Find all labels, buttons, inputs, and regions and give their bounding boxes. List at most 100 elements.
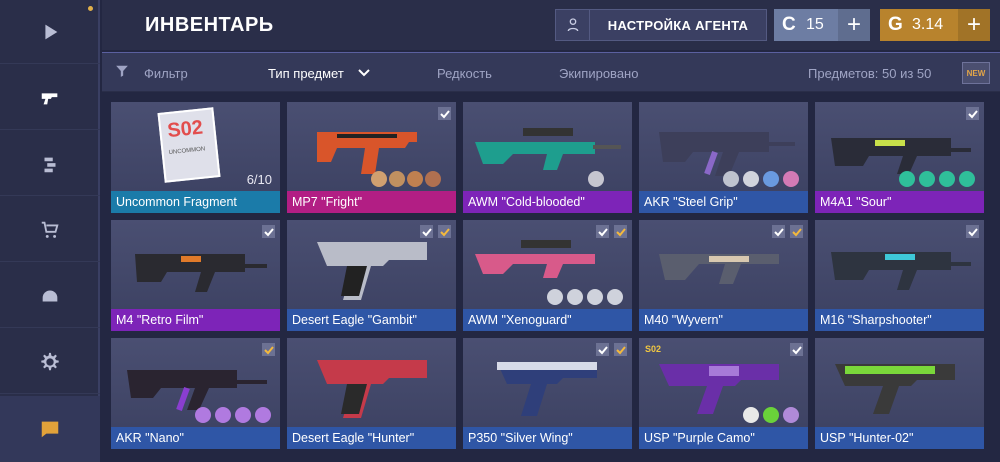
sticker-icon [763,407,779,423]
inventory-item-card[interactable]: Desert Eagle "Hunter" [287,338,456,449]
inventory-item-card[interactable]: M4 "Retro Film" [111,220,280,331]
sticker-icon [389,171,405,187]
equipped-checkbox[interactable] [596,225,609,238]
inventory-item-card[interactable]: AKR "Nano" [111,338,280,449]
fragment-rarity: UNCOMMON [168,146,206,157]
sticker-icon [255,407,271,423]
type-filter-dropdown[interactable]: Тип предмет [268,66,344,81]
item-name: USP "Purple Camo" [639,427,808,449]
inventory-item-card[interactable]: S02 USP "Purple Camo" [639,338,808,449]
chevron-down-icon[interactable] [358,69,370,77]
item-name: Desert Eagle "Hunter" [287,427,456,449]
equipped-checkbox[interactable] [614,225,627,238]
item-name: AKR "Steel Grip" [639,191,808,213]
sticker-icon [899,171,915,187]
equipped-filter[interactable]: Экипировано [559,66,638,81]
sidebar [0,0,100,462]
inventory-item-card[interactable]: AWM "Cold-blooded" [463,102,632,213]
item-name: P350 "Silver Wing" [463,427,632,449]
agent-settings-button[interactable]: НАСТРОЙКА АГЕНТА [555,9,767,41]
equipped-checkbox[interactable] [596,343,609,356]
pistol-icon [317,242,427,300]
sticker-icon [407,171,423,187]
nav-play[interactable] [0,0,100,64]
nav-clan[interactable] [0,264,100,328]
agent-settings-label: НАСТРОЙКА АГЕНТА [607,17,749,33]
inventory-item-card[interactable]: USP "Hunter-02" [815,338,984,449]
filter-label[interactable]: Фильтр [144,66,188,81]
sticker-icon [783,171,799,187]
inventory-item-card[interactable]: Desert Eagle "Gambit" [287,220,456,331]
inventory-item-card[interactable]: AWM "Xenoguard" [463,220,632,331]
equipped-checkbox[interactable] [966,225,979,238]
inventory-item-card[interactable]: S02 UNCOMMON 6/10 Uncommon Fragment [111,102,280,213]
equipped-checkbox[interactable] [262,225,275,238]
inventory-item-card[interactable]: M4A1 "Sour" [815,102,984,213]
inventory-item-card[interactable]: MP7 "Fright" [287,102,456,213]
equipped-checkbox[interactable] [790,225,803,238]
item-name: AWM "Cold-blooded" [463,191,632,213]
silver-currency: C 15 + [774,9,870,41]
equipped-checkbox[interactable] [262,343,275,356]
item-name: M40 "Wyvern" [639,309,808,331]
sticker-icon [919,171,935,187]
equipped-checkbox[interactable] [790,343,803,356]
sticker-icon [959,171,975,187]
item-name: M16 "Sharpshooter" [815,309,984,331]
sticker-icon [567,289,583,305]
sticker-icon [743,407,759,423]
nav-settings[interactable] [0,330,100,394]
gear-icon [41,352,59,370]
gold-balance: 3.14 [912,16,944,33]
nav-cases[interactable] [0,132,100,196]
sticker-icon [371,171,387,187]
sticker-icon [587,289,603,305]
item-name: M4 "Retro Film" [111,309,280,331]
sticker-icon [425,171,441,187]
add-silver-button[interactable]: + [838,9,870,41]
chat-icon [41,421,59,437]
pistol-icon [497,362,597,416]
filter-icon[interactable] [115,64,129,78]
inventory-item-card[interactable]: AKR "Steel Grip" [639,102,808,213]
gold-currency: G 3.14 + [880,9,990,41]
inventory-item-card[interactable]: M16 "Sharpshooter" [815,220,984,331]
inventory-item-card[interactable]: P350 "Silver Wing" [463,338,632,449]
equipped-checkbox[interactable] [420,225,433,238]
pistol-icon [835,364,955,414]
new-badge[interactable]: NEW [962,62,990,84]
equipped-checkbox[interactable] [772,225,785,238]
nav-chat[interactable] [0,396,100,462]
equipped-checkbox[interactable] [966,107,979,120]
pistol-icon [317,360,427,418]
equipped-checkbox[interactable] [614,343,627,356]
sticker-icon [743,171,759,187]
item-name: M4A1 "Sour" [815,191,984,213]
item-name: AKR "Nano" [111,427,280,449]
helmet-icon [42,290,58,301]
item-name: MP7 "Fright" [287,191,456,213]
item-name: USP "Hunter-02" [815,427,984,449]
silver-currency-icon: C [782,14,796,35]
rarity-filter[interactable]: Редкость [437,66,492,81]
silver-balance: 15 [806,16,824,33]
nav-shop[interactable] [0,198,100,262]
sniper-rifle-icon [659,254,779,284]
sticker-icon [763,171,779,187]
sticker-icon [588,171,604,187]
inventory-item-card[interactable]: M40 "Wyvern" [639,220,808,331]
add-gold-button[interactable]: + [958,9,990,41]
fragment-card-icon: S02 UNCOMMON [157,107,221,183]
item-name: AWM "Xenoguard" [463,309,632,331]
nav-weapons[interactable] [0,66,100,130]
assault-rifle-icon [831,252,971,290]
equipped-checkbox[interactable] [438,225,451,238]
sticker-icon [783,407,799,423]
page-title: ИНВЕНТАРЬ [145,14,274,36]
sticker-icon [195,407,211,423]
sticker-icon [235,407,251,423]
sticker-icon [607,289,623,305]
cart-icon [41,221,59,238]
pistol-icon [41,92,58,104]
equipped-checkbox[interactable] [438,107,451,120]
